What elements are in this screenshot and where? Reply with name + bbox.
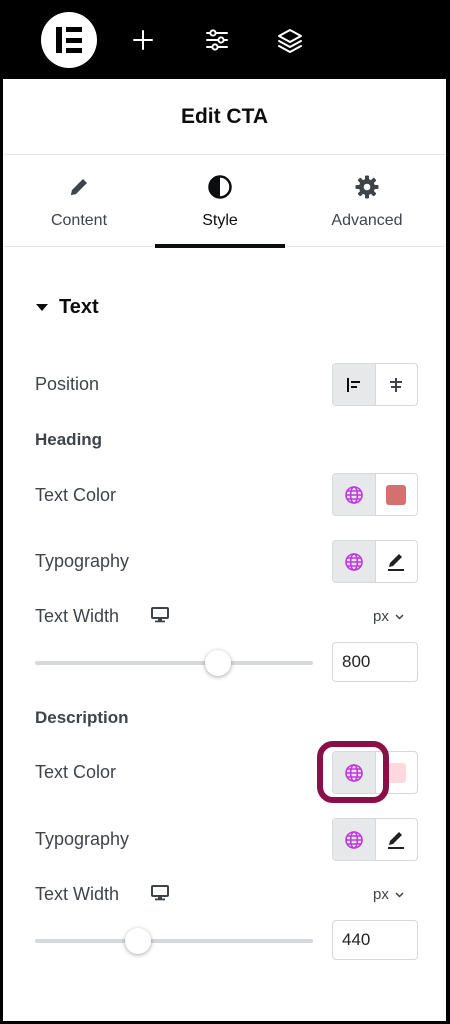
heading-text-width-label: Text Width	[35, 606, 120, 626]
position-center-button[interactable]	[374, 364, 417, 405]
globe-icon	[345, 763, 363, 782]
description-color-picker-button[interactable]	[374, 752, 417, 793]
align-center-icon	[390, 377, 403, 392]
slider-track	[35, 939, 313, 943]
section-title: Text	[59, 296, 99, 318]
description-text-color-control	[332, 751, 418, 794]
globe-icon	[345, 485, 363, 504]
heading-text-color-control	[332, 473, 418, 516]
pencil-icon	[68, 174, 90, 200]
settings-sliders-icon[interactable]	[201, 24, 233, 56]
description-text-color-label: Text Color	[35, 762, 117, 782]
responsive-desktop-icon[interactable]	[151, 885, 169, 906]
chevron-down-icon	[395, 613, 404, 620]
position-left-button[interactable]	[333, 364, 375, 405]
heading-unit-select[interactable]: px	[373, 608, 404, 625]
heading-width-input[interactable]	[332, 642, 418, 682]
description-width-input[interactable]	[332, 920, 418, 960]
gear-icon	[355, 174, 379, 200]
tab-advanced[interactable]: Advanced	[302, 155, 432, 247]
tab-bar: Content Style Advanced	[3, 155, 446, 248]
pencil-icon	[388, 831, 405, 849]
contrast-icon	[207, 174, 233, 200]
heading-text-color-label: Text Color	[35, 485, 117, 505]
tab-content[interactable]: Content	[14, 155, 144, 247]
top-toolbar	[3, 0, 446, 79]
heading-global-color-button[interactable]	[333, 474, 375, 515]
slider-handle[interactable]	[124, 928, 151, 954]
tab-style-label: Style	[202, 212, 238, 229]
slider-track	[35, 661, 313, 665]
description-unit-value: px	[373, 886, 389, 903]
position-toggle	[332, 363, 418, 406]
description-typography-label: Typography	[35, 829, 130, 849]
elementor-logo-icon[interactable]	[41, 12, 97, 68]
responsive-desktop-icon[interactable]	[151, 607, 169, 628]
heading-typography-control	[332, 540, 418, 583]
pencil-icon	[388, 553, 405, 571]
description-typography-control	[332, 818, 418, 861]
description-subtitle: Description	[35, 708, 129, 727]
heading-color-picker-button[interactable]	[374, 474, 417, 515]
slider-handle[interactable]	[205, 650, 232, 676]
editor-panel: Edit CTA Content Style Advanced Text Pos…	[3, 0, 446, 1021]
position-label: Position	[35, 374, 100, 394]
align-left-icon	[346, 377, 360, 392]
panel-header: Edit CTA	[3, 79, 446, 155]
heading-width-slider[interactable]	[35, 648, 313, 678]
globe-icon	[345, 552, 363, 571]
description-global-typography-button[interactable]	[333, 819, 375, 860]
description-edit-typography-button[interactable]	[374, 819, 417, 860]
description-global-color-button[interactable]	[333, 752, 375, 793]
heading-edit-typography-button[interactable]	[374, 541, 417, 582]
chevron-down-icon	[395, 891, 404, 898]
section-toggle-text[interactable]: Text	[36, 296, 99, 319]
tab-advanced-label: Advanced	[331, 212, 403, 229]
caret-down-icon	[36, 304, 48, 311]
add-element-icon[interactable]	[127, 24, 159, 56]
description-text-width-label: Text Width	[35, 884, 120, 904]
tab-content-label: Content	[50, 212, 108, 229]
panel-title: Edit CTA	[180, 104, 269, 128]
description-unit-select[interactable]: px	[373, 886, 404, 903]
layers-icon[interactable]	[274, 24, 306, 56]
heading-typography-label: Typography	[35, 551, 130, 571]
description-width-slider[interactable]	[35, 926, 313, 956]
description-color-swatch	[386, 762, 407, 783]
heading-global-typography-button[interactable]	[333, 541, 375, 582]
globe-icon	[345, 830, 363, 849]
heading-color-swatch	[386, 484, 407, 505]
heading-subtitle: Heading	[35, 430, 103, 449]
heading-unit-value: px	[373, 608, 389, 625]
tab-style[interactable]: Style	[155, 155, 285, 248]
